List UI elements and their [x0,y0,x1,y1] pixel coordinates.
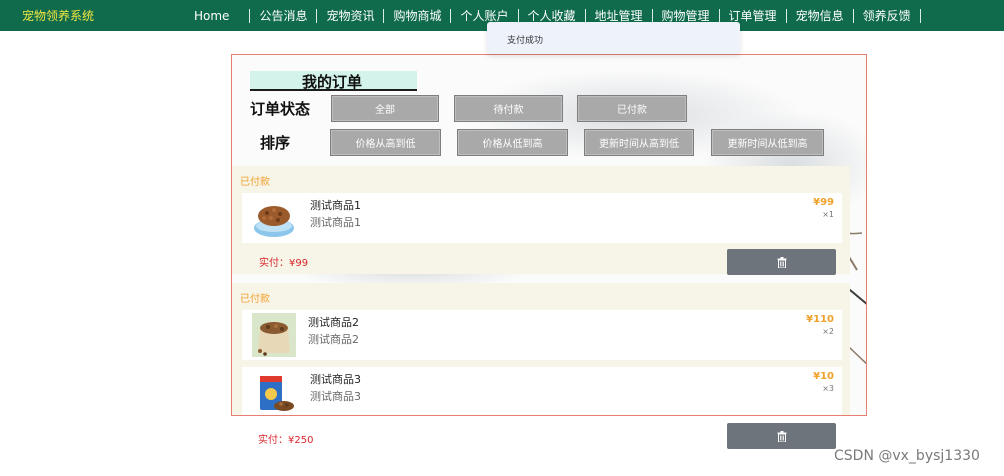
item-quantity: ×2 [822,327,834,336]
item-name: 测试商品2 [308,316,359,329]
paid-total-amount: ¥250 [288,435,314,446]
item-price: ¥99 [813,197,834,208]
nav-item-account[interactable]: 个人账户 [451,8,519,23]
filter-all-button[interactable]: 全部 [331,95,439,122]
nav-item-cart[interactable]: 购物管理 [653,8,720,23]
item-description: 测试商品1 [310,216,361,229]
watermark: CSDN @vx_bysj1330 [834,448,980,464]
filter-pending-payment-button[interactable]: 待付款 [454,95,563,122]
nav-item-home[interactable]: Home [185,9,249,23]
filter-paid-button[interactable]: 已付款 [577,95,687,122]
order-item[interactable]: 测试商品1 测试商品1 ¥99 ×1 [242,193,842,243]
paid-total-label: 实付： [259,258,289,269]
nav-item-announcements[interactable]: 公告消息 [249,8,318,23]
nav-item-shop[interactable]: 购物商城 [384,8,452,23]
sort-time-asc-button[interactable]: 更新时间从低到高 [711,129,824,156]
dog-food-bowl-image [254,206,294,237]
nav-item-favorites[interactable]: 个人收藏 [519,8,586,23]
paid-total-amount: ¥99 [289,258,309,269]
site-brand[interactable]: 宠物领养系统 [22,7,94,24]
item-price: ¥110 [806,314,834,325]
sort-price-asc-button[interactable]: 价格从低到高 [457,129,568,156]
sort-time-desc-button[interactable]: 更新时间从高到低 [584,129,694,156]
item-description: 测试商品3 [310,390,361,403]
paid-total: 实付：¥99 [259,254,308,269]
page-title: 我的订单 [302,73,363,91]
sort-label: 排序 [260,134,291,152]
paid-total: 实付：¥250 [258,431,313,446]
payment-success-toast: 支付成功 [487,22,740,54]
nav-item-pet-info[interactable]: 宠物信息 [787,8,854,23]
item-name: 测试商品1 [310,199,361,212]
order-status: 已付款 [240,177,270,188]
order-status-label: 订单状态 [250,100,311,118]
order-status: 已付款 [240,294,270,305]
paid-total-label: 实付： [258,435,288,446]
order-card: 已付款 测试商品2 测试商品2 ¥110 ×2 测试商品3 测试商品3 ¥10 … [232,283,850,415]
toast-message: 支付成功 [507,36,544,46]
item-name: 测试商品3 [310,373,361,386]
delete-order-button[interactable] [727,423,836,449]
order-item[interactable]: 测试商品2 测试商品2 ¥110 ×2 [242,310,842,360]
item-quantity: ×3 [822,384,834,393]
trash-icon [777,430,786,442]
item-quantity: ×1 [822,210,834,219]
nav-item-address[interactable]: 地址管理 [586,8,653,23]
item-price: ¥10 [813,371,834,382]
orders-panel: 我的订单 订单状态 全部 待付款 已付款 排序 价格从高到低 价格从低到高 更新… [231,54,867,416]
nav-item-pet-news[interactable]: 宠物资讯 [317,8,385,23]
sort-price-desc-button[interactable]: 价格从高到低 [330,129,441,156]
delete-order-button[interactable] [727,249,836,275]
nav-item-feedback[interactable]: 领养反馈 [854,8,921,23]
page-title-underline: 我的订单 [250,71,417,91]
pet-food-sack-image [252,313,296,357]
trash-icon [777,256,786,268]
order-item[interactable]: 测试商品3 测试商品3 ¥10 ×3 [242,367,842,415]
nav-item-orders[interactable]: 订单管理 [720,8,787,23]
dog-food-bag-image [252,370,296,414]
item-description: 测试商品2 [308,333,359,346]
